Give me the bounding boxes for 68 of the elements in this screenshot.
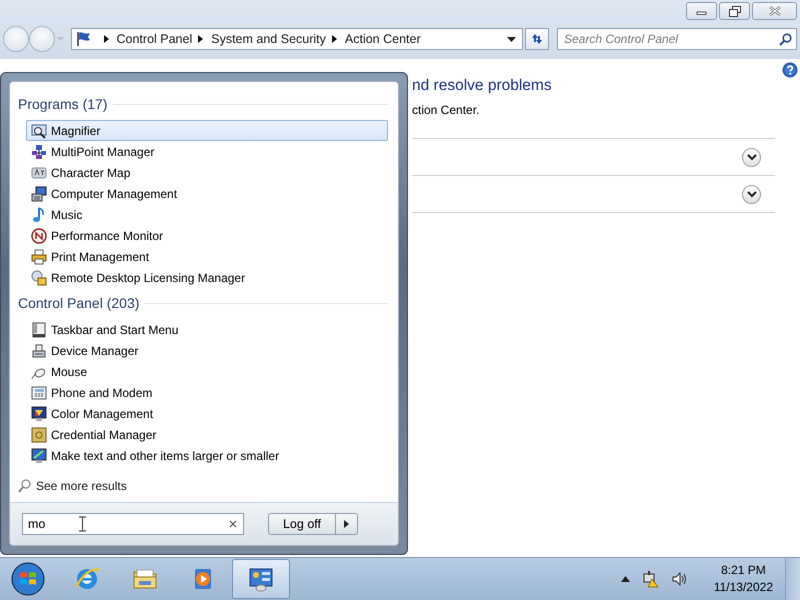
chevron-icon[interactable] bbox=[332, 35, 337, 43]
result-item[interactable]: Print Management bbox=[26, 246, 388, 267]
page-heading: nd resolve problems bbox=[412, 77, 553, 95]
caret-icon[interactable] bbox=[507, 36, 516, 42]
chevron-icon bbox=[746, 190, 756, 198]
monitor-icon bbox=[31, 448, 47, 464]
search-icon bbox=[778, 33, 792, 46]
chevron-icon[interactable] bbox=[104, 35, 108, 43]
speaker-icon[interactable] bbox=[672, 572, 688, 586]
clear-icon[interactable] bbox=[229, 520, 237, 528]
taskbar-button[interactable] bbox=[232, 559, 290, 599]
result-item[interactable]: Remote Desktop Licensing Manager bbox=[26, 267, 388, 288]
breadcrumb-item[interactable]: Action Center bbox=[344, 32, 421, 46]
result-item[interactable]: Taskbar and Start Menu bbox=[26, 319, 388, 340]
minimize-button[interactable] bbox=[686, 2, 717, 20]
address-bar[interactable]: Control Panel System and Security Action Center bbox=[70, 28, 524, 50]
search-field[interactable]: Search Control Panel bbox=[556, 28, 797, 50]
result-item[interactable]: Performance Monitor bbox=[26, 225, 388, 246]
refresh-icon bbox=[530, 33, 544, 45]
flag-icon bbox=[76, 31, 92, 47]
power-options-button[interactable] bbox=[336, 513, 358, 535]
result-item[interactable]: Computer Management bbox=[26, 183, 388, 204]
group-heading: Programs (17) bbox=[18, 96, 108, 112]
close-icon bbox=[768, 6, 780, 16]
result-item[interactable]: Music bbox=[26, 204, 388, 225]
clock-time[interactable]: 8:21 PM bbox=[721, 562, 766, 579]
expand-button[interactable] bbox=[742, 184, 761, 204]
expand-button[interactable] bbox=[742, 148, 761, 166]
restore-icon bbox=[728, 6, 740, 16]
music-note-icon bbox=[31, 206, 47, 222]
computer-icon bbox=[31, 186, 47, 202]
network-icon bbox=[31, 144, 47, 160]
network-icon[interactable] bbox=[642, 570, 660, 588]
safe-icon bbox=[31, 426, 47, 442]
search-icon bbox=[18, 479, 31, 493]
group-heading: Control Panel (203) bbox=[18, 295, 140, 311]
result-item[interactable]: Character Map bbox=[26, 162, 388, 183]
taskbar-icon bbox=[31, 322, 47, 338]
chevron-icon bbox=[746, 154, 756, 160]
result-item[interactable]: Color Management bbox=[26, 403, 388, 424]
telephone-icon bbox=[31, 384, 47, 400]
close-button[interactable] bbox=[752, 2, 797, 20]
breadcrumb-item[interactable]: Control Panel bbox=[116, 32, 192, 46]
help-icon[interactable] bbox=[782, 62, 798, 78]
restore-button[interactable] bbox=[719, 2, 750, 20]
monitor-icon bbox=[31, 406, 47, 422]
text-cursor-icon bbox=[79, 516, 86, 532]
search-field[interactable]: mo bbox=[22, 513, 244, 535]
clock-date[interactable]: 11/13/2022 bbox=[714, 579, 773, 596]
result-item[interactable]: Credential Manager bbox=[26, 424, 388, 445]
arrow-icon bbox=[344, 520, 349, 528]
gauge-icon bbox=[31, 228, 47, 244]
magnifier-icon bbox=[31, 122, 47, 138]
character-grid-icon bbox=[31, 164, 47, 180]
refresh-button[interactable] bbox=[525, 28, 549, 50]
result-item[interactable]: Mouse bbox=[26, 361, 388, 382]
result-item[interactable]: Magnifier bbox=[26, 120, 388, 141]
see-more-results-link[interactable]: See more results bbox=[36, 479, 127, 493]
result-item[interactable]: Device Manager bbox=[26, 340, 388, 361]
arrow-icon[interactable] bbox=[620, 576, 630, 582]
result-item[interactable]: Phone and Modem bbox=[26, 382, 388, 403]
description-text: ction Center. bbox=[412, 103, 480, 117]
chevron-icon[interactable] bbox=[198, 35, 204, 43]
result-item[interactable]: Make text and other items larger or smaller bbox=[26, 445, 388, 466]
result-item[interactable]: MultiPoint Manager bbox=[26, 141, 388, 162]
log-off-button[interactable]: Log off bbox=[268, 513, 336, 535]
printer-icon bbox=[31, 248, 47, 264]
breadcrumb-item[interactable]: System and Security bbox=[211, 32, 326, 46]
